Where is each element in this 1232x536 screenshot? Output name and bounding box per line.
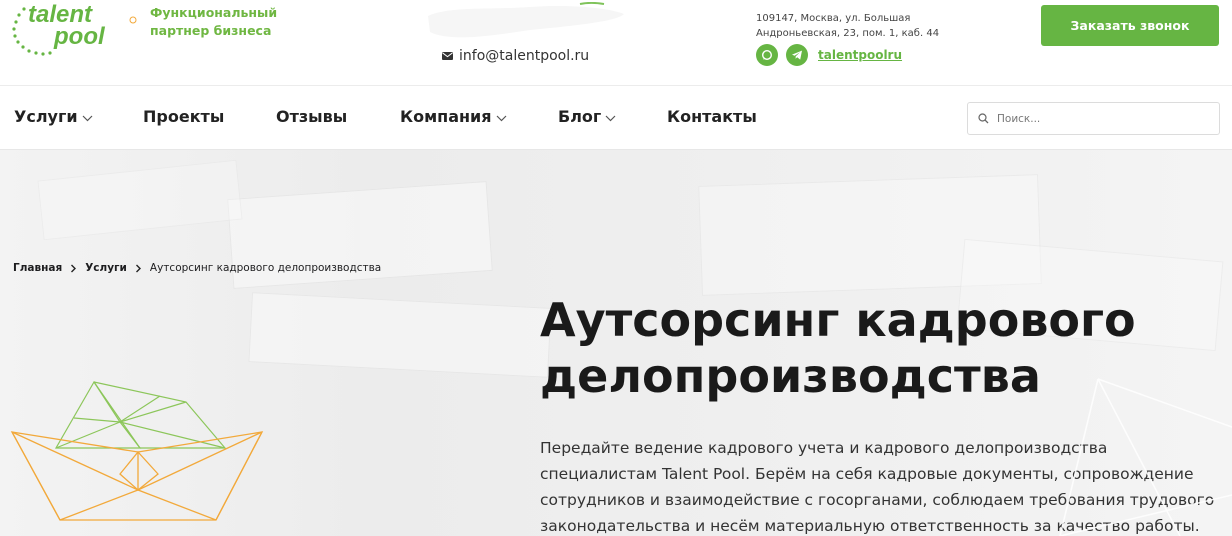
chevron-down-icon	[496, 115, 506, 121]
redacted-phone-area	[428, 2, 624, 38]
nav-item-services[interactable]: Услуги	[14, 107, 93, 126]
telegram-button[interactable]	[786, 44, 808, 66]
mail-icon	[442, 52, 453, 60]
background-paper	[248, 292, 552, 378]
nav-item-label: Отзывы	[276, 107, 348, 126]
whatsapp-icon	[761, 49, 773, 61]
breadcrumb-current: Аутсорсинг кадрового делопроизводства	[149, 262, 382, 274]
background-paper	[37, 159, 243, 241]
logo-mark: talent pool	[12, 1, 137, 56]
order-call-button[interactable]: Заказать звонок	[1041, 5, 1219, 46]
nav-item-label: Контакты	[667, 107, 757, 126]
nav-item-reviews[interactable]: Отзывы	[276, 107, 347, 126]
contact-email[interactable]: info@talentpool.ru	[442, 48, 589, 64]
nav-item-label: Компания	[400, 107, 492, 126]
nav-item-company[interactable]: Компания	[400, 107, 507, 126]
chevron-right-icon	[71, 264, 77, 272]
breadcrumb: Главная Услуги Аутсорсинг кадрового дело…	[13, 262, 381, 274]
nav-item-projects[interactable]: Проекты	[143, 107, 224, 126]
nav-item-blog[interactable]: Блог	[558, 107, 616, 126]
paper-boat-illustration	[10, 380, 264, 521]
office-address: 109147, Москва, ул. Большая Андроньевска…	[756, 13, 940, 39]
search-icon	[978, 113, 989, 124]
main-navigation: Услуги Проекты Отзывы Компания Блог Конт…	[0, 86, 1232, 150]
telegram-link[interactable]: talentpoolru	[818, 48, 902, 62]
breadcrumb-home[interactable]: Главная	[13, 262, 62, 274]
nav-item-label: Услуги	[14, 107, 78, 126]
telegram-icon	[792, 50, 802, 60]
top-header: talent pool Функциональный партнер бизне…	[0, 0, 1232, 86]
email-text: info@talentpool.ru	[459, 48, 590, 64]
search-box[interactable]	[967, 102, 1220, 135]
logo-text-pool: pool	[53, 23, 106, 50]
nav-item-contacts[interactable]: Контакты	[667, 107, 757, 126]
decorative-lines	[1059, 378, 1232, 536]
chevron-right-icon	[135, 264, 141, 272]
nav-item-label: Блог	[558, 107, 602, 126]
breadcrumb-services[interactable]: Услуги	[85, 262, 127, 274]
chevron-down-icon	[82, 115, 92, 121]
search-input[interactable]	[997, 112, 1197, 125]
chevron-down-icon	[605, 115, 616, 121]
logo[interactable]: talent pool	[10, 0, 140, 60]
nav-item-label: Проекты	[143, 107, 225, 126]
tagline: Функциональный партнер бизнеса	[150, 5, 278, 38]
hero-section: Главная Услуги Аутсорсинг кадрового дело…	[0, 150, 1232, 536]
social-links: talentpoolru	[756, 44, 902, 66]
whatsapp-button[interactable]	[756, 44, 778, 66]
